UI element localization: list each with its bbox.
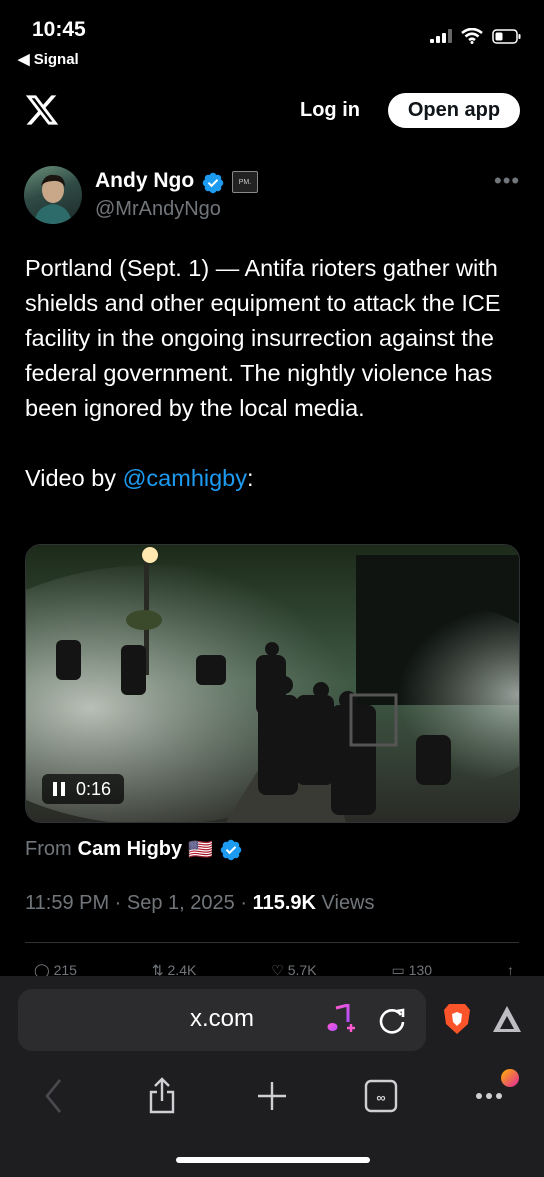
mention-link[interactable]: @camhigby <box>123 465 247 491</box>
status-icons <box>430 28 522 44</box>
tweet-time[interactable]: 11:59 PM <box>25 892 109 914</box>
open-app-button[interactable]: Open app <box>388 93 520 128</box>
source-name[interactable]: Cam Higby <box>78 838 182 861</box>
author-name[interactable]: Andy Ngo <box>95 169 194 193</box>
divider <box>25 942 519 943</box>
brave-shield-icon[interactable] <box>442 1002 472 1036</box>
avatar[interactable] <box>24 166 82 224</box>
back-to-signal[interactable]: ◀ Signal <box>18 50 79 68</box>
from-label: From <box>25 838 72 860</box>
tweet-text: Portland (Sept. 1) — Antifa rioters gath… <box>25 251 525 496</box>
svg-text:∞: ∞ <box>376 1090 385 1105</box>
video-controls[interactable]: 0:16 <box>42 774 124 804</box>
status-time: 10:45 <box>32 18 86 41</box>
battery-icon <box>492 28 521 44</box>
us-flag-icon: 🇺🇸 <box>188 839 214 861</box>
x-logo-icon[interactable] <box>24 92 60 128</box>
signal-icon <box>430 29 452 43</box>
back-icon[interactable] <box>42 1078 66 1114</box>
reload-icon[interactable] <box>377 1005 407 1035</box>
views-label: Views <box>321 892 375 914</box>
tweet-meta: 11:59 PM · Sep 1, 2025 · 115.9K Views <box>25 892 375 914</box>
share-icon[interactable] <box>146 1077 178 1115</box>
video-time: 0:16 <box>76 778 112 799</box>
more-options-icon[interactable]: ••• <box>494 168 520 194</box>
new-tab-icon[interactable] <box>256 1080 288 1112</box>
brave-rewards-icon[interactable] <box>491 1004 523 1034</box>
pause-icon[interactable] <box>52 781 66 797</box>
video-by-prefix: Video by <box>25 465 123 491</box>
author-handle[interactable]: @MrAndyNgo <box>95 198 221 221</box>
tweet-date[interactable]: Sep 1, 2025 <box>127 892 235 914</box>
tabs-icon[interactable]: ∞ <box>364 1079 398 1113</box>
login-button[interactable]: Log in <box>300 99 360 122</box>
affiliate-badge: PM. <box>232 171 258 193</box>
views-count: 115.9K <box>252 892 316 914</box>
video-by-suffix: : <box>247 465 254 491</box>
verified-badge-icon <box>202 172 224 194</box>
verified-badge-icon <box>220 839 242 860</box>
tweet-body: Portland (Sept. 1) — Antifa rioters gath… <box>25 255 508 421</box>
menu-icon[interactable] <box>474 1068 522 1106</box>
music-playlist-icon[interactable] <box>326 1004 356 1036</box>
wifi-icon <box>461 28 483 44</box>
home-indicator[interactable] <box>176 1157 370 1163</box>
video-attribution: From Cam Higby 🇺🇸 <box>25 837 243 862</box>
